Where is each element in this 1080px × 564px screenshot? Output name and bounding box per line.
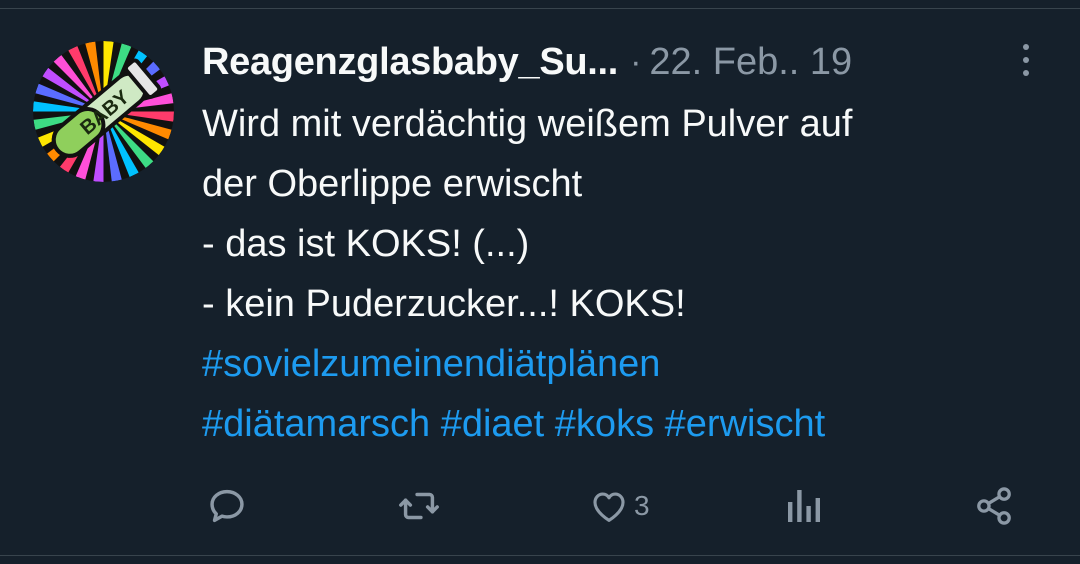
avatar-image: BABY	[33, 41, 174, 182]
retweet-icon	[399, 492, 439, 520]
more-dot	[1023, 70, 1029, 76]
hashtag-link[interactable]: #erwischt	[665, 403, 826, 445]
tweet-date[interactable]: 22. Feb.. 19	[649, 41, 852, 84]
tweet-header: Reagenzglasbaby_Su... · 22. Feb.. 19	[202, 38, 1022, 86]
more-options-icon[interactable]	[1016, 40, 1036, 80]
avatar[interactable]: BABY	[33, 41, 174, 182]
hashtag-line: #diätamarsch #diaet #koks #erwischt	[202, 394, 1062, 454]
hashtag-link[interactable]: #sovielzumeinendiätplänen	[202, 343, 660, 385]
tweet-line: Wird mit verdächtig weißem Pulver auf	[202, 103, 853, 145]
bottom-divider	[0, 555, 1080, 556]
tweet-line: - das ist KOKS! (...)	[202, 223, 530, 265]
author-name[interactable]: Reagenzglasbaby_Su...	[202, 41, 618, 84]
like-button[interactable]: 3	[588, 478, 650, 534]
tweet-line: - kein Puderzucker...! KOKS!	[202, 283, 686, 325]
reply-icon	[210, 489, 244, 523]
action-bar: 3	[0, 478, 1080, 534]
share-icon	[977, 487, 1011, 525]
more-dot	[1023, 57, 1029, 63]
like-icon	[593, 492, 625, 522]
tweet-body: Wird mit verdächtig weißem Pulver auf de…	[202, 94, 1062, 454]
top-divider	[0, 8, 1080, 9]
retweet-button[interactable]	[395, 478, 447, 534]
hashtag-line: #sovielzumeinendiätplänen	[202, 334, 1062, 394]
like-count: 3	[634, 490, 650, 521]
hashtag-link[interactable]: #diätamarsch	[202, 403, 430, 445]
share-button[interactable]	[972, 478, 1016, 534]
header-separator: ·	[630, 42, 642, 81]
reply-button[interactable]	[204, 478, 254, 534]
hashtag-link[interactable]: #diaet	[441, 403, 545, 445]
more-dot	[1023, 44, 1029, 50]
views-button[interactable]	[784, 478, 828, 534]
hashtag-link[interactable]: #koks	[555, 403, 654, 445]
tweet-line: der Oberlippe erwischt	[202, 163, 583, 205]
views-icon	[788, 490, 820, 522]
